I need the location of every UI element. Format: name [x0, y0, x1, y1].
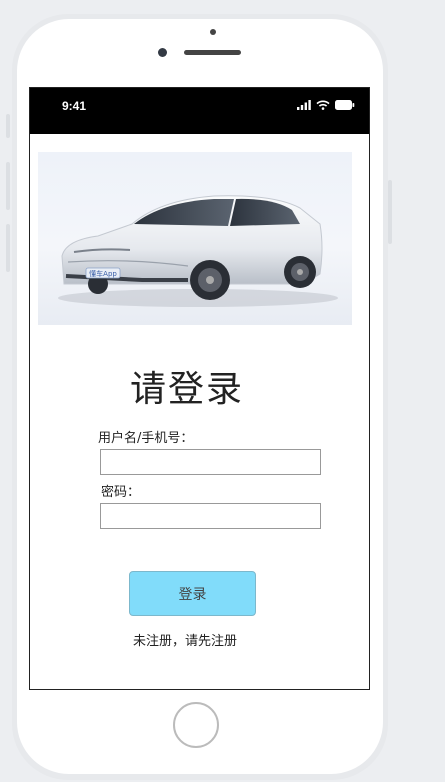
- signal-icon: [297, 100, 311, 110]
- register-link[interactable]: 未注册，请先注册: [133, 630, 237, 649]
- car-badge-text: 懂车App: [89, 269, 117, 278]
- password-input[interactable]: [100, 503, 321, 529]
- page-title: 请登录: [130, 369, 245, 410]
- home-button[interactable]: [173, 702, 219, 748]
- status-bar: 9:41: [30, 88, 369, 134]
- wifi-icon: [316, 100, 330, 110]
- phone-screen: 9:41 懂车App 请登录 用户名/手机号： 密码： 登录 未注册，请先注册: [29, 87, 370, 690]
- battery-icon: [335, 100, 355, 110]
- username-input[interactable]: [100, 449, 321, 475]
- car-illustration: 懂车App: [58, 195, 338, 307]
- password-label: 密码：: [101, 485, 141, 500]
- status-icons: [297, 100, 355, 110]
- power-button: [388, 180, 392, 244]
- volume-up-button: [6, 162, 10, 210]
- username-label: 用户名/手机号：: [98, 431, 194, 446]
- mute-switch: [6, 114, 10, 138]
- car-image: 懂车App: [38, 152, 352, 325]
- earpiece-speaker: [184, 50, 241, 55]
- proximity-sensor: [210, 29, 216, 35]
- status-time: 9:41: [62, 99, 87, 113]
- front-camera: [158, 48, 167, 57]
- volume-down-button: [6, 224, 10, 272]
- login-button[interactable]: 登录: [129, 571, 256, 616]
